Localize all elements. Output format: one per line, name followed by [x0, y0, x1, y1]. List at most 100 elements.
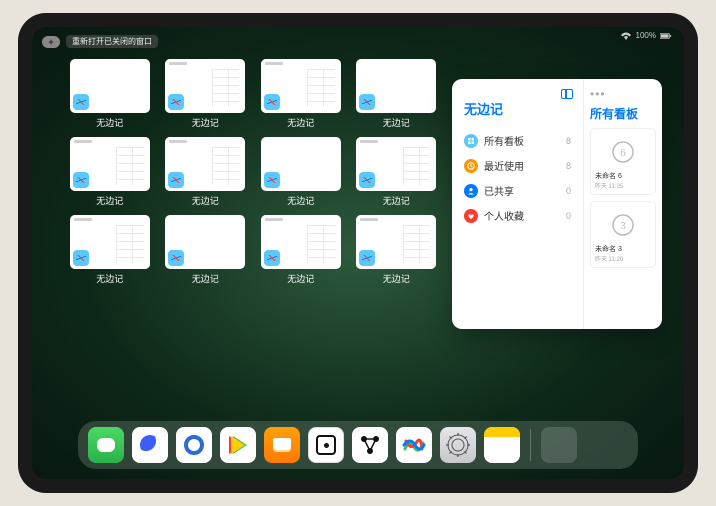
window-label: 无边记: [96, 116, 123, 129]
popover-title: 无边记: [462, 99, 573, 118]
window-card[interactable]: 无边记: [68, 137, 152, 207]
window-label: 无边记: [383, 272, 410, 285]
window-label: 无边记: [192, 272, 219, 285]
window-label: 无边记: [192, 116, 219, 129]
window-thumbnail[interactable]: [261, 215, 341, 269]
battery-text: 100%: [636, 31, 656, 40]
boards-list: 6 未命名 6昨天 11:25 3 未命名 3昨天 11:20: [590, 128, 656, 274]
status-bar: 100%: [620, 31, 672, 40]
window-card[interactable]: 无边记: [68, 59, 152, 129]
screen: 100% + 重新打开已关闭的窗口 无边记无边记无边记无边记无边记无边记无边记无…: [32, 27, 684, 479]
dock-app-dice[interactable]: [308, 427, 344, 463]
window-card[interactable]: 无边记: [68, 215, 152, 285]
dock-app-wechat[interactable]: [88, 427, 124, 463]
sidebar-item-label: 所有看板: [484, 133, 524, 148]
sidebar-item[interactable]: 个人收藏0: [462, 203, 573, 228]
freeform-app-icon: [73, 172, 89, 188]
sidebar-item-count: 0: [566, 211, 571, 221]
freeform-app-icon: [359, 172, 375, 188]
ipad-frame: 100% + 重新打开已关闭的窗口 无边记无边记无边记无边记无边记无边记无边记无…: [18, 13, 698, 493]
more-icon[interactable]: •••: [590, 87, 656, 101]
sidebar-list: 所有看板8最近使用8已共享0个人收藏0: [462, 128, 573, 228]
freeform-app-icon: [168, 250, 184, 266]
window-thumbnail[interactable]: [261, 59, 341, 113]
sidebar-toggle-icon[interactable]: [561, 89, 573, 99]
window-thumbnail[interactable]: [70, 59, 150, 113]
window-card[interactable]: 无边记: [259, 215, 343, 285]
board-name: 未命名 3: [595, 244, 651, 254]
freeform-app-icon: [168, 172, 184, 188]
popover-boards: ••• 所有看板 6 未命名 6昨天 11:25 3 未命名 3昨天 11:20: [584, 79, 662, 329]
window-thumbnail[interactable]: [356, 59, 436, 113]
window-thumbnail[interactable]: [70, 137, 150, 191]
svg-text:6: 6: [620, 147, 626, 159]
window-thumbnail[interactable]: [356, 137, 436, 191]
sidebar-item[interactable]: 最近使用 8: [462, 153, 573, 178]
window-label: 无边记: [287, 194, 314, 207]
window-label: 无边记: [96, 272, 123, 285]
window-card[interactable]: 无边记: [164, 59, 248, 129]
board-subtitle: 昨天 11:25: [595, 181, 651, 190]
svg-text:3: 3: [620, 220, 626, 232]
window-thumbnail[interactable]: [261, 137, 341, 191]
window-card[interactable]: 无边记: [355, 137, 439, 207]
sidebar-item-count: 8: [566, 136, 571, 146]
sidebar-item[interactable]: 已共享0: [462, 178, 573, 203]
person-icon: [464, 184, 478, 198]
window-card[interactable]: 无边记: [259, 137, 343, 207]
popover-sidebar: 无边记 所有看板8最近使用8已共享0个人收藏0: [452, 79, 584, 329]
dock-app-quark[interactable]: [132, 427, 168, 463]
window-card[interactable]: 无边记: [164, 215, 248, 285]
dock-app-books[interactable]: [264, 427, 300, 463]
window-label: 无边记: [287, 116, 314, 129]
window-label: 无边记: [287, 272, 314, 285]
window-thumbnail[interactable]: [165, 137, 245, 191]
new-window-button[interactable]: +: [42, 36, 60, 48]
reopen-closed-window-button[interactable]: 重新打开已关闭的窗口: [66, 35, 158, 48]
heart-icon: [464, 209, 478, 223]
window-card[interactable]: 无边记: [355, 59, 439, 129]
window-card[interactable]: 无边记: [164, 137, 248, 207]
sidebar-item-label: 已共享: [484, 183, 514, 198]
grid-icon: [464, 134, 478, 148]
dock-app-settings[interactable]: [440, 427, 476, 463]
freeform-app-icon: [73, 250, 89, 266]
window-thumbnail[interactable]: [356, 215, 436, 269]
window-card[interactable]: 无边记: [259, 59, 343, 129]
sidebar-item[interactable]: 所有看板 8: [462, 128, 573, 153]
board-card[interactable]: 3 未命名 3昨天 11:20: [590, 201, 656, 268]
freeform-app-icon: [264, 94, 280, 110]
sidebar-item-count: 8: [566, 161, 571, 171]
freeform-app-icon: [264, 172, 280, 188]
dock-app-graph[interactable]: [352, 427, 388, 463]
board-subtitle: 昨天 11:20: [595, 254, 651, 263]
freeform-popover: 无边记 所有看板8最近使用8已共享0个人收藏0 ••• 所有看板 6未命名 6昨…: [452, 79, 662, 329]
board-thumbnail: 6: [595, 133, 651, 171]
dock-app-notes[interactable]: [484, 427, 520, 463]
window-label: 无边记: [192, 194, 219, 207]
freeform-app-icon: [73, 94, 89, 110]
window-thumbnail[interactable]: [165, 215, 245, 269]
dock: [78, 421, 638, 469]
dock-app-play[interactable]: [220, 427, 256, 463]
freeform-app-icon: [359, 94, 375, 110]
window-thumbnail[interactable]: [70, 215, 150, 269]
boards-title: 所有看板: [590, 105, 656, 122]
window-label: 无边记: [383, 116, 410, 129]
window-label: 无边记: [383, 194, 410, 207]
window-card[interactable]: 无边记: [355, 215, 439, 285]
window-label: 无边记: [96, 194, 123, 207]
board-thumbnail: 3: [595, 206, 651, 244]
freeform-app-icon: [359, 250, 375, 266]
sidebar-item-label: 最近使用: [484, 158, 524, 173]
dock-app-qqbrowser[interactable]: [176, 427, 212, 463]
popover-title-text: 无边记: [464, 99, 503, 118]
header-controls: + 重新打开已关闭的窗口: [42, 35, 158, 48]
window-thumbnail[interactable]: [165, 59, 245, 113]
freeform-app-icon: [168, 94, 184, 110]
freeform-app-icon: [264, 250, 280, 266]
dock-suggestions[interactable]: [541, 427, 577, 463]
dock-app-freeform[interactable]: [396, 427, 432, 463]
board-name: 未命名 6: [595, 171, 651, 181]
board-card[interactable]: 6 未命名 6昨天 11:25: [590, 128, 656, 195]
